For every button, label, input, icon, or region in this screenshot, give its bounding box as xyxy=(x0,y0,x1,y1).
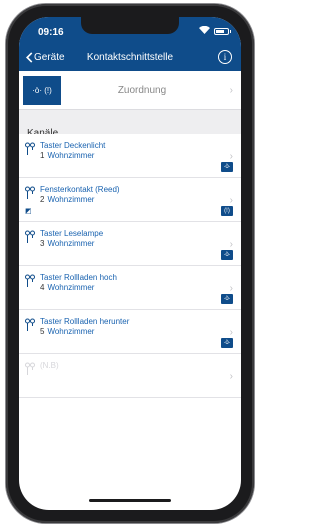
channel-title: Taster Deckenlicht xyxy=(40,141,106,150)
channel-state-badge: ·ò· xyxy=(221,338,233,348)
channel-subtitle: 2 Wohnzimmer xyxy=(40,195,94,204)
channel-title: (N.B) xyxy=(40,361,59,370)
page-title: Kontaktschnittstelle xyxy=(86,52,174,63)
channel-subtitle: 1 Wohnzimmer xyxy=(40,151,94,160)
status-time: 09:16 xyxy=(38,27,64,38)
contact-plug-icon xyxy=(25,274,35,288)
channel-row[interactable]: (N.B) › xyxy=(19,354,241,398)
channel-row[interactable]: Taster Rollladen herunter 5 Wohnzimmer › … xyxy=(19,310,241,354)
channel-row[interactable]: Taster Leselampe 3 Wohnzimmer › ·ò· xyxy=(19,222,241,266)
channel-subtitle: 5 Wohnzimmer xyxy=(40,327,94,336)
contact-plug-icon xyxy=(25,318,35,332)
chevron-right-icon: › xyxy=(229,283,233,294)
channel-state-badge: ·ò· xyxy=(221,294,233,304)
device-notch xyxy=(81,17,179,34)
chevron-right-icon: › xyxy=(229,371,233,382)
chevron-right-icon: › xyxy=(229,327,233,338)
channel-row[interactable]: Taster Rollladen hoch 4 Wohnzimmer › ·ò· xyxy=(19,266,241,310)
chevron-right-icon: › xyxy=(229,195,233,206)
channel-number: 3 xyxy=(40,239,45,248)
channel-subtitle: 4 Wohnzimmer xyxy=(40,283,94,292)
contact-plug-icon xyxy=(25,142,35,156)
channel-subtitle: 3 Wohnzimmer xyxy=(40,239,94,248)
chevron-right-icon: › xyxy=(229,85,233,96)
channel-room: Wohnzimmer xyxy=(47,239,95,248)
status-icons xyxy=(199,25,231,36)
channel-room: Wohnzimmer xyxy=(47,151,95,160)
wifi-icon xyxy=(199,25,210,36)
chevron-right-icon: › xyxy=(229,151,233,162)
channel-subtitle xyxy=(40,371,43,380)
app-screen: 09:16 Geräte Kontaktschnittstelle i ·ò· … xyxy=(19,17,241,510)
channel-number: 5 xyxy=(40,327,45,336)
phone-frame: 09:16 Geräte Kontaktschnittstelle i ·ò· … xyxy=(6,4,254,523)
contact-plug-icon xyxy=(25,230,35,244)
channel-config-icon: ◩ xyxy=(25,208,32,215)
home-indicator xyxy=(89,499,171,502)
channel-state-badge: ·ò· xyxy=(221,162,233,172)
channel-row[interactable]: Taster Deckenlicht 1 Wohnzimmer › ·ò· xyxy=(19,134,241,178)
assignment-label: Zuordnung xyxy=(117,85,167,96)
channel-number: 4 xyxy=(40,283,45,292)
channel-room: Wohnzimmer xyxy=(47,283,95,292)
assignment-icons: ·ò· (!) xyxy=(23,76,61,105)
battery-icon xyxy=(214,27,231,35)
channel-number: 1 xyxy=(40,151,45,160)
channel-number: 2 xyxy=(40,195,45,204)
chevron-right-icon: › xyxy=(229,239,233,250)
navigation-bar: Geräte Kontaktschnittstelle i xyxy=(19,45,241,71)
channel-room: Wohnzimmer xyxy=(47,327,95,336)
channel-row[interactable]: Fensterkontakt (Reed) 2 Wohnzimmer › (!) … xyxy=(19,178,241,222)
channel-list: Taster Deckenlicht 1 Wohnzimmer › ·ò· Fen… xyxy=(19,134,241,398)
channel-title: Taster Rollladen hoch xyxy=(40,273,117,282)
channel-title: Taster Leselampe xyxy=(40,229,104,238)
channel-title: Taster Rollladen herunter xyxy=(40,317,130,326)
info-icon[interactable]: i xyxy=(218,50,232,64)
contact-plug-icon xyxy=(25,186,35,200)
contact-plug-icon xyxy=(25,362,35,376)
channel-state-badge: ·ò· xyxy=(221,250,233,260)
channel-title: Fensterkontakt (Reed) xyxy=(40,185,120,194)
channel-state-badge: (!) xyxy=(221,206,233,216)
assignment-row[interactable]: ·ò· (!) Zuordnung › xyxy=(19,71,241,110)
channel-room: Wohnzimmer xyxy=(47,195,95,204)
